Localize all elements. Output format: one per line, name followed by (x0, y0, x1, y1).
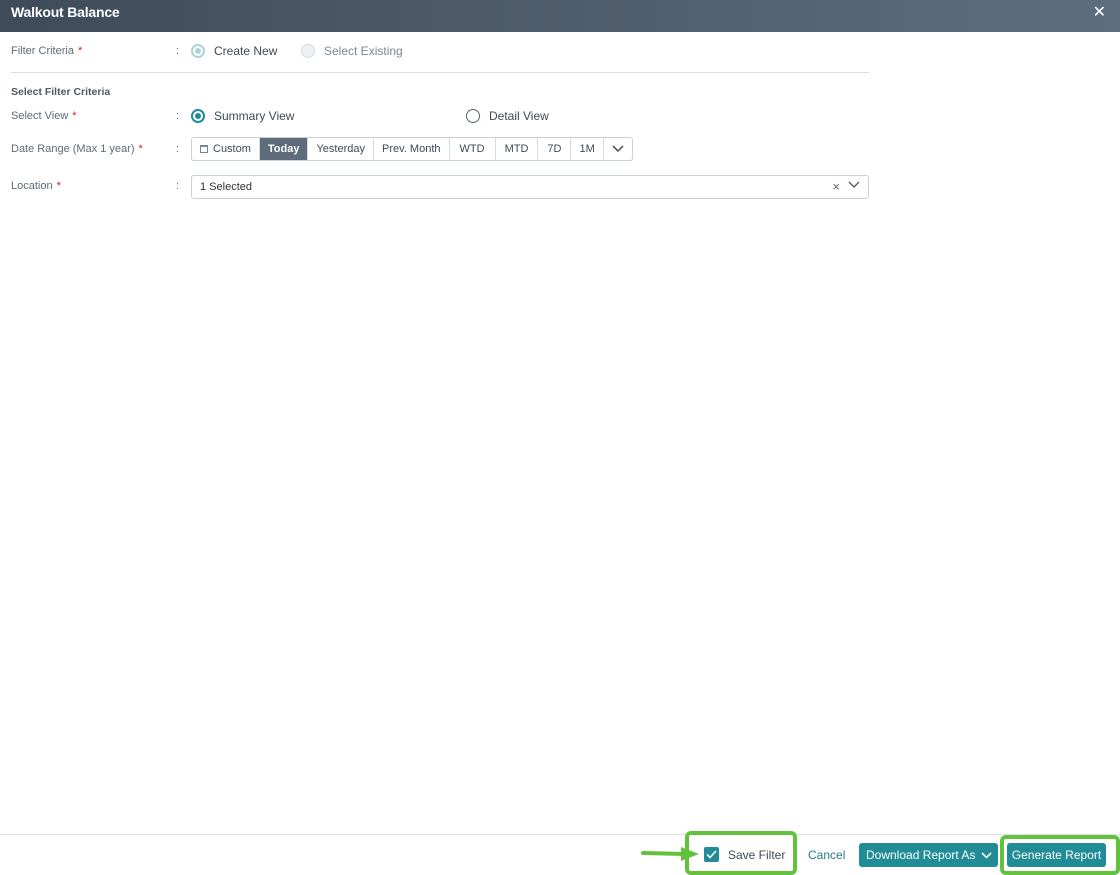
date-range-segmented-control: Custom Today Yesterday Prev. Month WTD M… (191, 137, 633, 161)
location-label-text: Location (11, 180, 53, 192)
colon-separator: : (176, 110, 180, 122)
colon-separator: : (176, 143, 180, 155)
download-report-button[interactable]: Download Report As (859, 843, 998, 867)
chevron-down-icon[interactable] (848, 181, 860, 189)
radio-create-new-label: Create New (214, 44, 278, 58)
radio-summary-view[interactable]: Summary View (191, 109, 294, 123)
modal-title: Walkout Balance (11, 4, 120, 20)
download-report-label: Download Report As (866, 848, 976, 862)
radio-detail-view[interactable]: Detail View (466, 109, 549, 123)
location-label: Location * (11, 180, 61, 192)
radio-unselected-indicator (301, 44, 315, 58)
radio-select-existing-label: Select Existing (324, 44, 403, 58)
radio-select-existing[interactable]: Select Existing (301, 44, 403, 58)
radio-summary-view-label: Summary View (214, 109, 295, 123)
location-select[interactable]: 1 Selected × (191, 175, 869, 199)
save-filter-label: Save Filter (728, 847, 786, 862)
colon-separator: : (176, 45, 180, 57)
footer-divider (0, 834, 1120, 835)
date-range-yesterday-button[interactable]: Yesterday (308, 138, 375, 160)
colon-separator: : (176, 180, 180, 192)
close-icon[interactable]: ✕ (1093, 5, 1106, 21)
calendar-icon (200, 145, 208, 153)
chevron-down-icon (612, 145, 624, 153)
required-mark: * (56, 180, 61, 192)
radio-create-new[interactable]: Create New (191, 44, 277, 58)
radio-detail-view-label: Detail View (489, 109, 549, 123)
chevron-down-icon (981, 851, 992, 859)
date-range-label: Date Range (Max 1 year) * (11, 143, 143, 155)
filter-criteria-label-text: Filter Criteria (11, 45, 74, 57)
section-title: Select Filter Criteria (11, 86, 111, 98)
date-range-custom-label: Custom (213, 143, 251, 155)
date-range-label-text: Date Range (Max 1 year) (11, 143, 135, 155)
radio-unselected-indicator (466, 109, 480, 123)
required-mark: * (72, 110, 77, 122)
radio-selected-indicator (191, 44, 205, 58)
date-range-prev-month-button[interactable]: Prev. Month (374, 138, 450, 160)
checkbox-checked-indicator (704, 847, 719, 862)
select-view-label-text: Select View (11, 110, 69, 122)
date-range-wtd-button[interactable]: WTD (450, 138, 496, 160)
date-range-7d-button[interactable]: 7D (538, 138, 572, 160)
check-icon (706, 850, 717, 859)
save-filter-checkbox[interactable]: Save Filter (704, 847, 785, 862)
required-mark: * (138, 143, 143, 155)
filter-criteria-label: Filter Criteria * (11, 45, 82, 57)
date-range-1m-button[interactable]: 1M (571, 138, 604, 160)
generate-report-label: Generate Report (1011, 848, 1102, 862)
generate-report-button[interactable]: Generate Report (1007, 843, 1106, 867)
date-range-more-dropdown[interactable] (604, 138, 632, 160)
cancel-button[interactable]: Cancel (808, 848, 845, 862)
select-view-label: Select View * (11, 110, 77, 122)
modal-titlebar: Walkout Balance ✕ (0, 0, 1120, 32)
location-value: 1 Selected (200, 181, 252, 193)
radio-selected-indicator (191, 109, 205, 123)
required-mark: * (77, 45, 83, 57)
date-range-custom-button[interactable]: Custom (192, 138, 260, 160)
date-range-mtd-button[interactable]: MTD (496, 138, 539, 160)
date-range-today-button[interactable]: Today (259, 138, 309, 160)
clear-icon[interactable]: × (832, 176, 840, 198)
section-divider (11, 72, 869, 73)
